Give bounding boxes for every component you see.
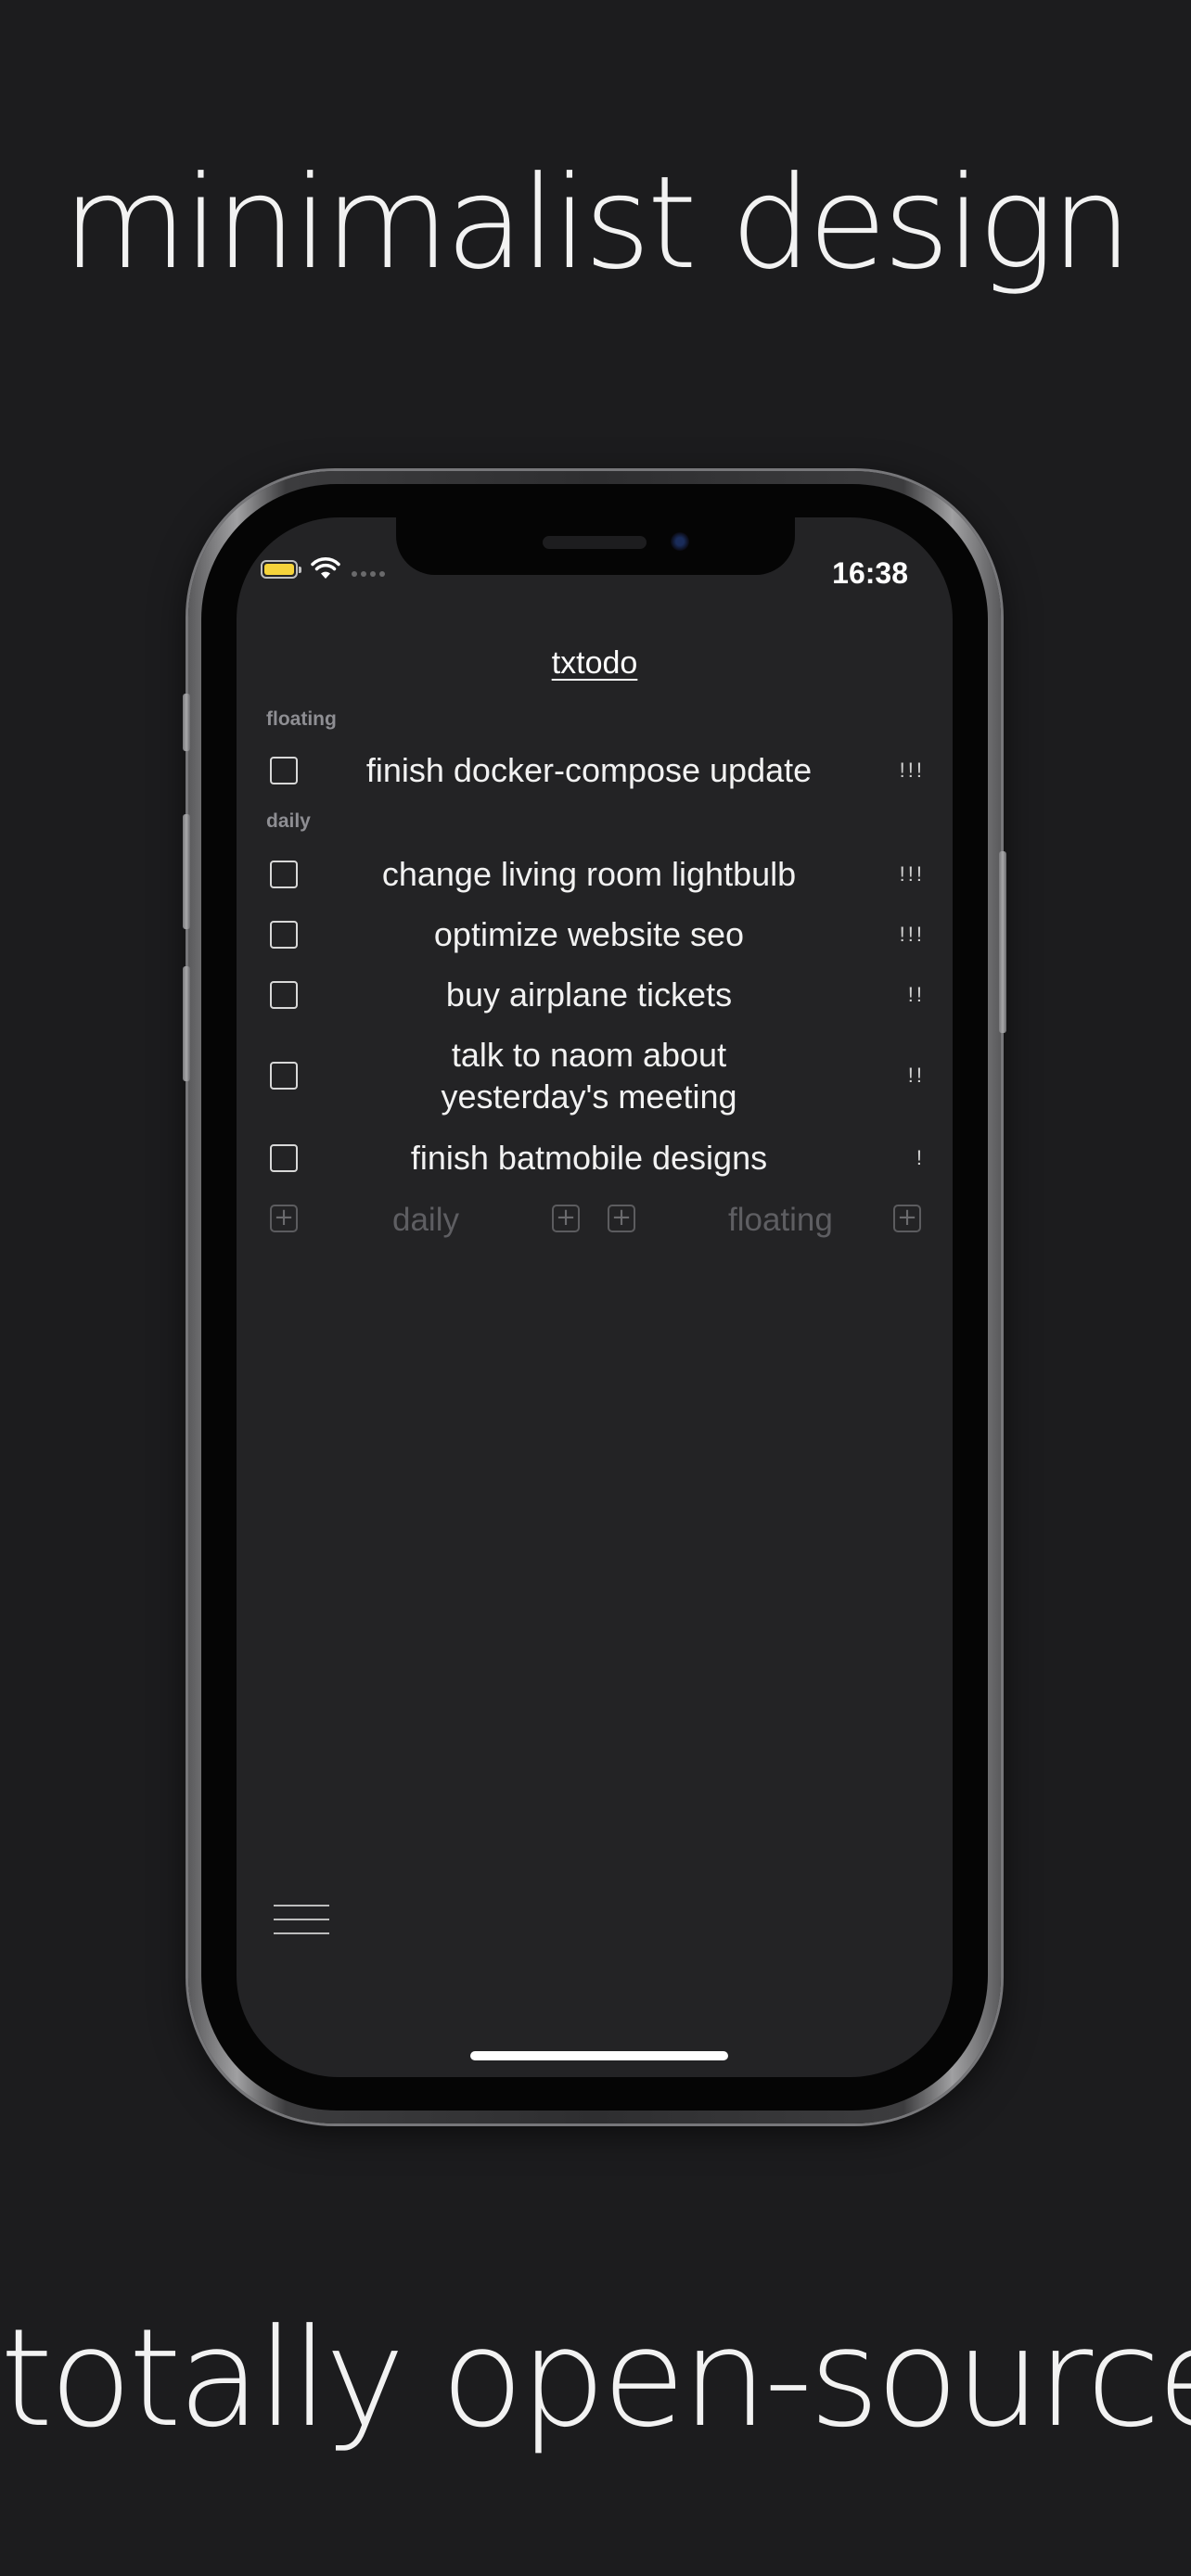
task-checkbox[interactable] xyxy=(270,860,298,888)
earpiece-speaker xyxy=(543,536,647,549)
add-daily-task-button[interactable]: + xyxy=(270,1205,298,1232)
cellular-signal-icon xyxy=(352,571,385,577)
add-daily-task-confirm-button[interactable]: + xyxy=(552,1205,580,1232)
add-floating-input[interactable]: floating xyxy=(728,1202,833,1239)
home-indicator[interactable] xyxy=(470,2051,728,2060)
task-checkbox[interactable] xyxy=(270,756,298,784)
task-priority[interactable]: !!! xyxy=(880,759,925,783)
section-label-floating: floating xyxy=(266,708,337,730)
task-priority[interactable]: !! xyxy=(880,1064,925,1088)
app-title[interactable]: txtodo xyxy=(237,645,953,682)
task-priority[interactable]: !! xyxy=(880,983,925,1007)
wifi-icon xyxy=(311,557,340,579)
section-label-daily: daily xyxy=(266,810,311,832)
task-text[interactable]: finish batmobile designs xyxy=(298,1137,880,1179)
task-checkbox[interactable] xyxy=(270,980,298,1009)
task-text[interactable]: optimize website seo xyxy=(298,913,880,955)
front-camera xyxy=(671,532,689,551)
add-floating-task-confirm-button[interactable]: + xyxy=(893,1205,921,1232)
add-task-row: + daily + + floating + xyxy=(266,1202,925,1239)
power-button xyxy=(999,851,1006,1033)
add-floating-task-button[interactable]: + xyxy=(608,1205,635,1232)
task-row: finish docker-compose update !!! xyxy=(266,749,925,791)
status-time: 16:38 xyxy=(832,556,908,590)
add-daily-input[interactable]: daily xyxy=(392,1202,459,1239)
task-checkbox[interactable] xyxy=(270,920,298,949)
volume-down-button xyxy=(183,966,190,1081)
headline-totally-open-source: totally open-source xyxy=(0,2300,1191,2457)
task-checkbox[interactable] xyxy=(270,1062,298,1090)
hamburger-menu-icon[interactable] xyxy=(274,1905,329,1936)
task-text[interactable]: finish docker-compose update xyxy=(298,749,880,791)
headline-minimalist-design: minimalist design xyxy=(62,148,1132,298)
task-text[interactable]: change living room lightbulb xyxy=(298,853,880,895)
task-row: optimize website seo !!! xyxy=(266,913,925,955)
battery-icon xyxy=(261,560,301,579)
task-row: change living room lightbulb !!! xyxy=(266,853,925,895)
phone-frame: 16:38 txtodo floating finish docker-comp… xyxy=(183,471,1006,2123)
task-text[interactable]: talk to naom about yesterday's meeting xyxy=(298,1034,880,1117)
volume-up-button xyxy=(183,814,190,929)
task-row: talk to naom about yesterday's meeting !… xyxy=(266,1034,925,1117)
task-priority[interactable]: !!! xyxy=(880,862,925,886)
task-text[interactable]: buy airplane tickets xyxy=(298,974,880,1015)
task-row: buy airplane tickets !! xyxy=(266,974,925,1015)
task-priority[interactable]: !!! xyxy=(880,923,925,947)
phone-screen: 16:38 txtodo floating finish docker-comp… xyxy=(237,517,953,2077)
task-priority[interactable]: ! xyxy=(880,1146,925,1170)
silent-switch xyxy=(183,694,190,751)
battery-level xyxy=(264,564,294,575)
task-checkbox[interactable] xyxy=(270,1143,298,1172)
task-row: finish batmobile designs ! xyxy=(266,1137,925,1179)
